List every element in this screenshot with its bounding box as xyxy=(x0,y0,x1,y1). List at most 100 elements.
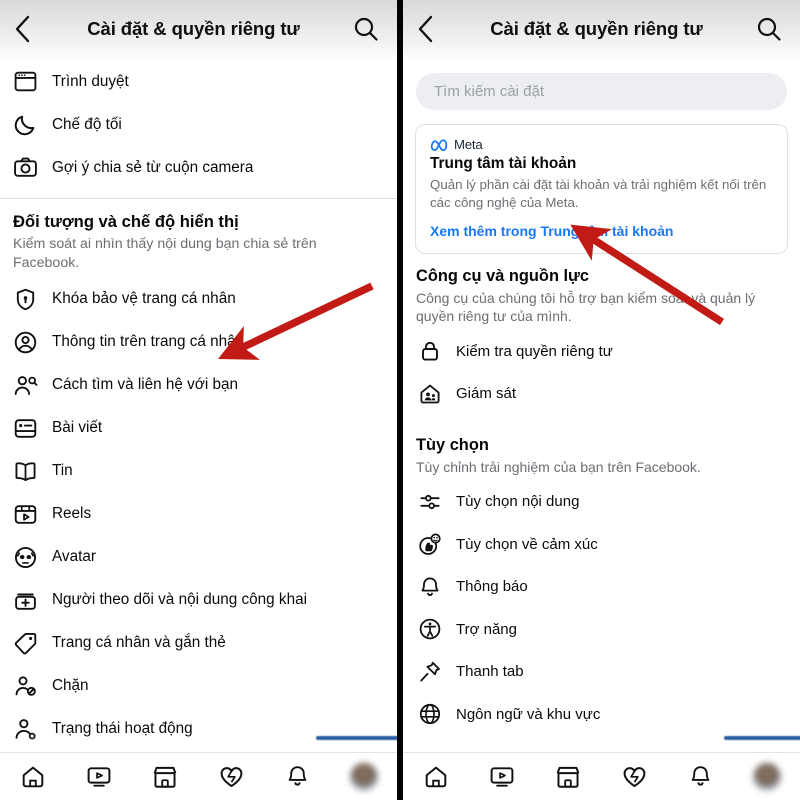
list-item[interactable]: Tùy chọn nội dung xyxy=(403,480,800,523)
nav-tab-video[interactable] xyxy=(469,753,535,800)
section-title: Công cụ và nguồn lực xyxy=(416,267,590,286)
list-item-label: Trạng thái hoạt động xyxy=(52,720,193,738)
account-center-link[interactable]: Xem thêm trong Trung tâm tài khoản xyxy=(430,223,773,239)
list-item[interactable]: Avatar xyxy=(0,536,397,579)
bottom-nav xyxy=(403,735,800,800)
sliders-icon xyxy=(415,487,444,516)
list-item[interactable]: Gợi ý chia sẻ từ cuộn camera xyxy=(0,146,397,189)
list-item-label: Tin xyxy=(52,462,73,480)
active-tab-indicator xyxy=(315,735,397,740)
bottom-nav xyxy=(0,735,397,800)
list-item[interactable]: Chế độ tối xyxy=(0,103,397,146)
moon-icon xyxy=(10,109,41,140)
video-icon xyxy=(87,766,111,787)
section-title: Đối tượng và chế độ hiển thị xyxy=(13,212,239,231)
meta-brand: Meta xyxy=(430,137,773,152)
list-item-label: Thanh tab xyxy=(456,663,524,681)
list-item-label: Bài viết xyxy=(52,419,103,437)
nav-tab-profile[interactable] xyxy=(315,735,397,800)
list-item-label: Thông báo xyxy=(456,578,528,596)
nav-tab-notifications[interactable] xyxy=(668,753,734,800)
list-item[interactable]: Bài viết xyxy=(0,407,397,450)
section-desc: Công cụ của chúng tôi hỗ trợ bạn kiểm so… xyxy=(416,289,756,325)
list-item[interactable]: Ngôn ngữ và khu vực xyxy=(403,693,800,736)
nav-tab-home[interactable] xyxy=(403,753,469,800)
meta-infinity-icon xyxy=(430,139,448,151)
section-audience: Đối tượng và chế độ hiển thị Kiểm soát a… xyxy=(0,199,397,278)
search-icon xyxy=(757,17,781,41)
list-item-label: Tùy chọn nội dung xyxy=(456,493,580,511)
list-item-label: Kiểm tra quyền riêng tư xyxy=(456,342,613,360)
right-screen: Cài đặt & quyền riêng tư Tìm kiếm cài đặ… xyxy=(403,0,800,800)
list-item-label: Chế độ tối xyxy=(52,115,122,133)
search-icon xyxy=(354,17,378,41)
list-item[interactable]: Trợ năng xyxy=(403,608,800,651)
section-tools: Công cụ và nguồn lực Công cụ của chúng t… xyxy=(403,254,800,330)
list-item[interactable]: Thanh tab xyxy=(403,650,800,693)
avatar xyxy=(349,762,378,791)
person-circle-icon xyxy=(10,327,41,358)
list-item[interactable]: Người theo dõi và nội dung công khai xyxy=(0,579,397,622)
list-item-label: Trình duyệt xyxy=(52,72,129,90)
nav-tab-marketplace[interactable] xyxy=(132,753,198,800)
list-item-label: Giám sát xyxy=(456,385,517,403)
list-item[interactable]: Tùy chọn về cảm xúc xyxy=(403,523,800,566)
card-desc: Quản lý phần cài đặt tài khoản và trải n… xyxy=(430,177,767,211)
book-icon xyxy=(10,456,41,487)
list-item-label: Khóa bảo vệ trang cá nhân xyxy=(52,290,236,308)
list-item[interactable]: Thông báo xyxy=(403,565,800,608)
section-desc: Tùy chỉnh trải nghiệm của bạn trên Faceb… xyxy=(416,458,701,475)
hearts-icon xyxy=(220,767,243,787)
list-item[interactable]: Trang cá nhân và gắn thẻ xyxy=(0,622,397,665)
avatar xyxy=(752,762,781,791)
nav-tab-dating[interactable] xyxy=(199,753,265,800)
globe-icon xyxy=(415,700,444,729)
tag-icon xyxy=(10,628,41,659)
list-item[interactable]: Reels xyxy=(0,493,397,536)
chevron-left-icon xyxy=(15,15,30,43)
nav-tab-marketplace[interactable] xyxy=(535,753,601,800)
active-tab-indicator xyxy=(723,735,800,740)
post-icon xyxy=(10,413,41,444)
list-item[interactable]: Thông tin trên trang cá nhân xyxy=(0,321,397,364)
nav-tab-home[interactable] xyxy=(0,753,66,800)
list-item[interactable]: Trạng thái hoạt động xyxy=(0,708,397,751)
list-item[interactable]: Trình duyệt xyxy=(0,60,397,103)
list-item-label: Cách tìm và liên hệ với bạn xyxy=(52,376,239,394)
list-item-label: Trang cá nhân và gắn thẻ xyxy=(52,634,226,652)
list-item-label: Tùy chọn về cảm xúc xyxy=(456,535,598,553)
accessibility-icon xyxy=(415,615,444,644)
meta-brand-label: Meta xyxy=(454,137,483,152)
shield-lock-icon xyxy=(10,284,41,315)
home-icon xyxy=(22,766,44,787)
list-item[interactable]: Giám sát xyxy=(403,373,800,416)
reaction-thumb-icon xyxy=(415,530,444,559)
list-item-label: Trợ năng xyxy=(456,620,517,638)
list-item[interactable]: Chặn xyxy=(0,665,397,708)
lock-icon xyxy=(415,337,444,366)
nav-tab-dating[interactable] xyxy=(602,753,668,800)
list-item[interactable]: Cách tìm và liên hệ với bạn xyxy=(0,364,397,407)
account-center-card[interactable]: Meta Trung tâm tài khoản Quản lý phần cà… xyxy=(415,124,788,255)
avatar-face-icon xyxy=(10,542,41,573)
scroll-fade xyxy=(403,738,800,752)
search-input[interactable]: Tìm kiếm cài đặt xyxy=(416,73,787,110)
nav-tab-profile[interactable] xyxy=(723,735,800,800)
list-item-label: Thông tin trên trang cá nhân xyxy=(52,333,245,351)
person-search-icon xyxy=(10,370,41,401)
section-title: Tùy chọn xyxy=(416,436,489,455)
search-button[interactable] xyxy=(349,12,383,46)
nav-tab-notifications[interactable] xyxy=(265,753,331,800)
nav-tab-video[interactable] xyxy=(66,753,132,800)
right-header: Cài đặt & quyền riêng tư xyxy=(403,0,800,58)
list-item[interactable]: Khóa bảo vệ trang cá nhân xyxy=(0,278,397,321)
section-preferences: Tùy chọn Tùy chỉnh trải nghiệm của bạn t… xyxy=(403,415,800,480)
search-button[interactable] xyxy=(752,12,786,46)
list-item-label: Reels xyxy=(52,505,92,523)
list-item[interactable]: Tin xyxy=(0,450,397,493)
list-item[interactable]: Kiểm tra quyền riêng tư xyxy=(403,330,800,373)
right-content: Tìm kiếm cài đặt Meta Trung tâm tài khoả… xyxy=(403,58,800,800)
person-status-icon xyxy=(10,714,41,745)
page-title: Cài đặt & quyền riêng tư xyxy=(87,18,300,39)
camera-icon xyxy=(10,152,41,183)
